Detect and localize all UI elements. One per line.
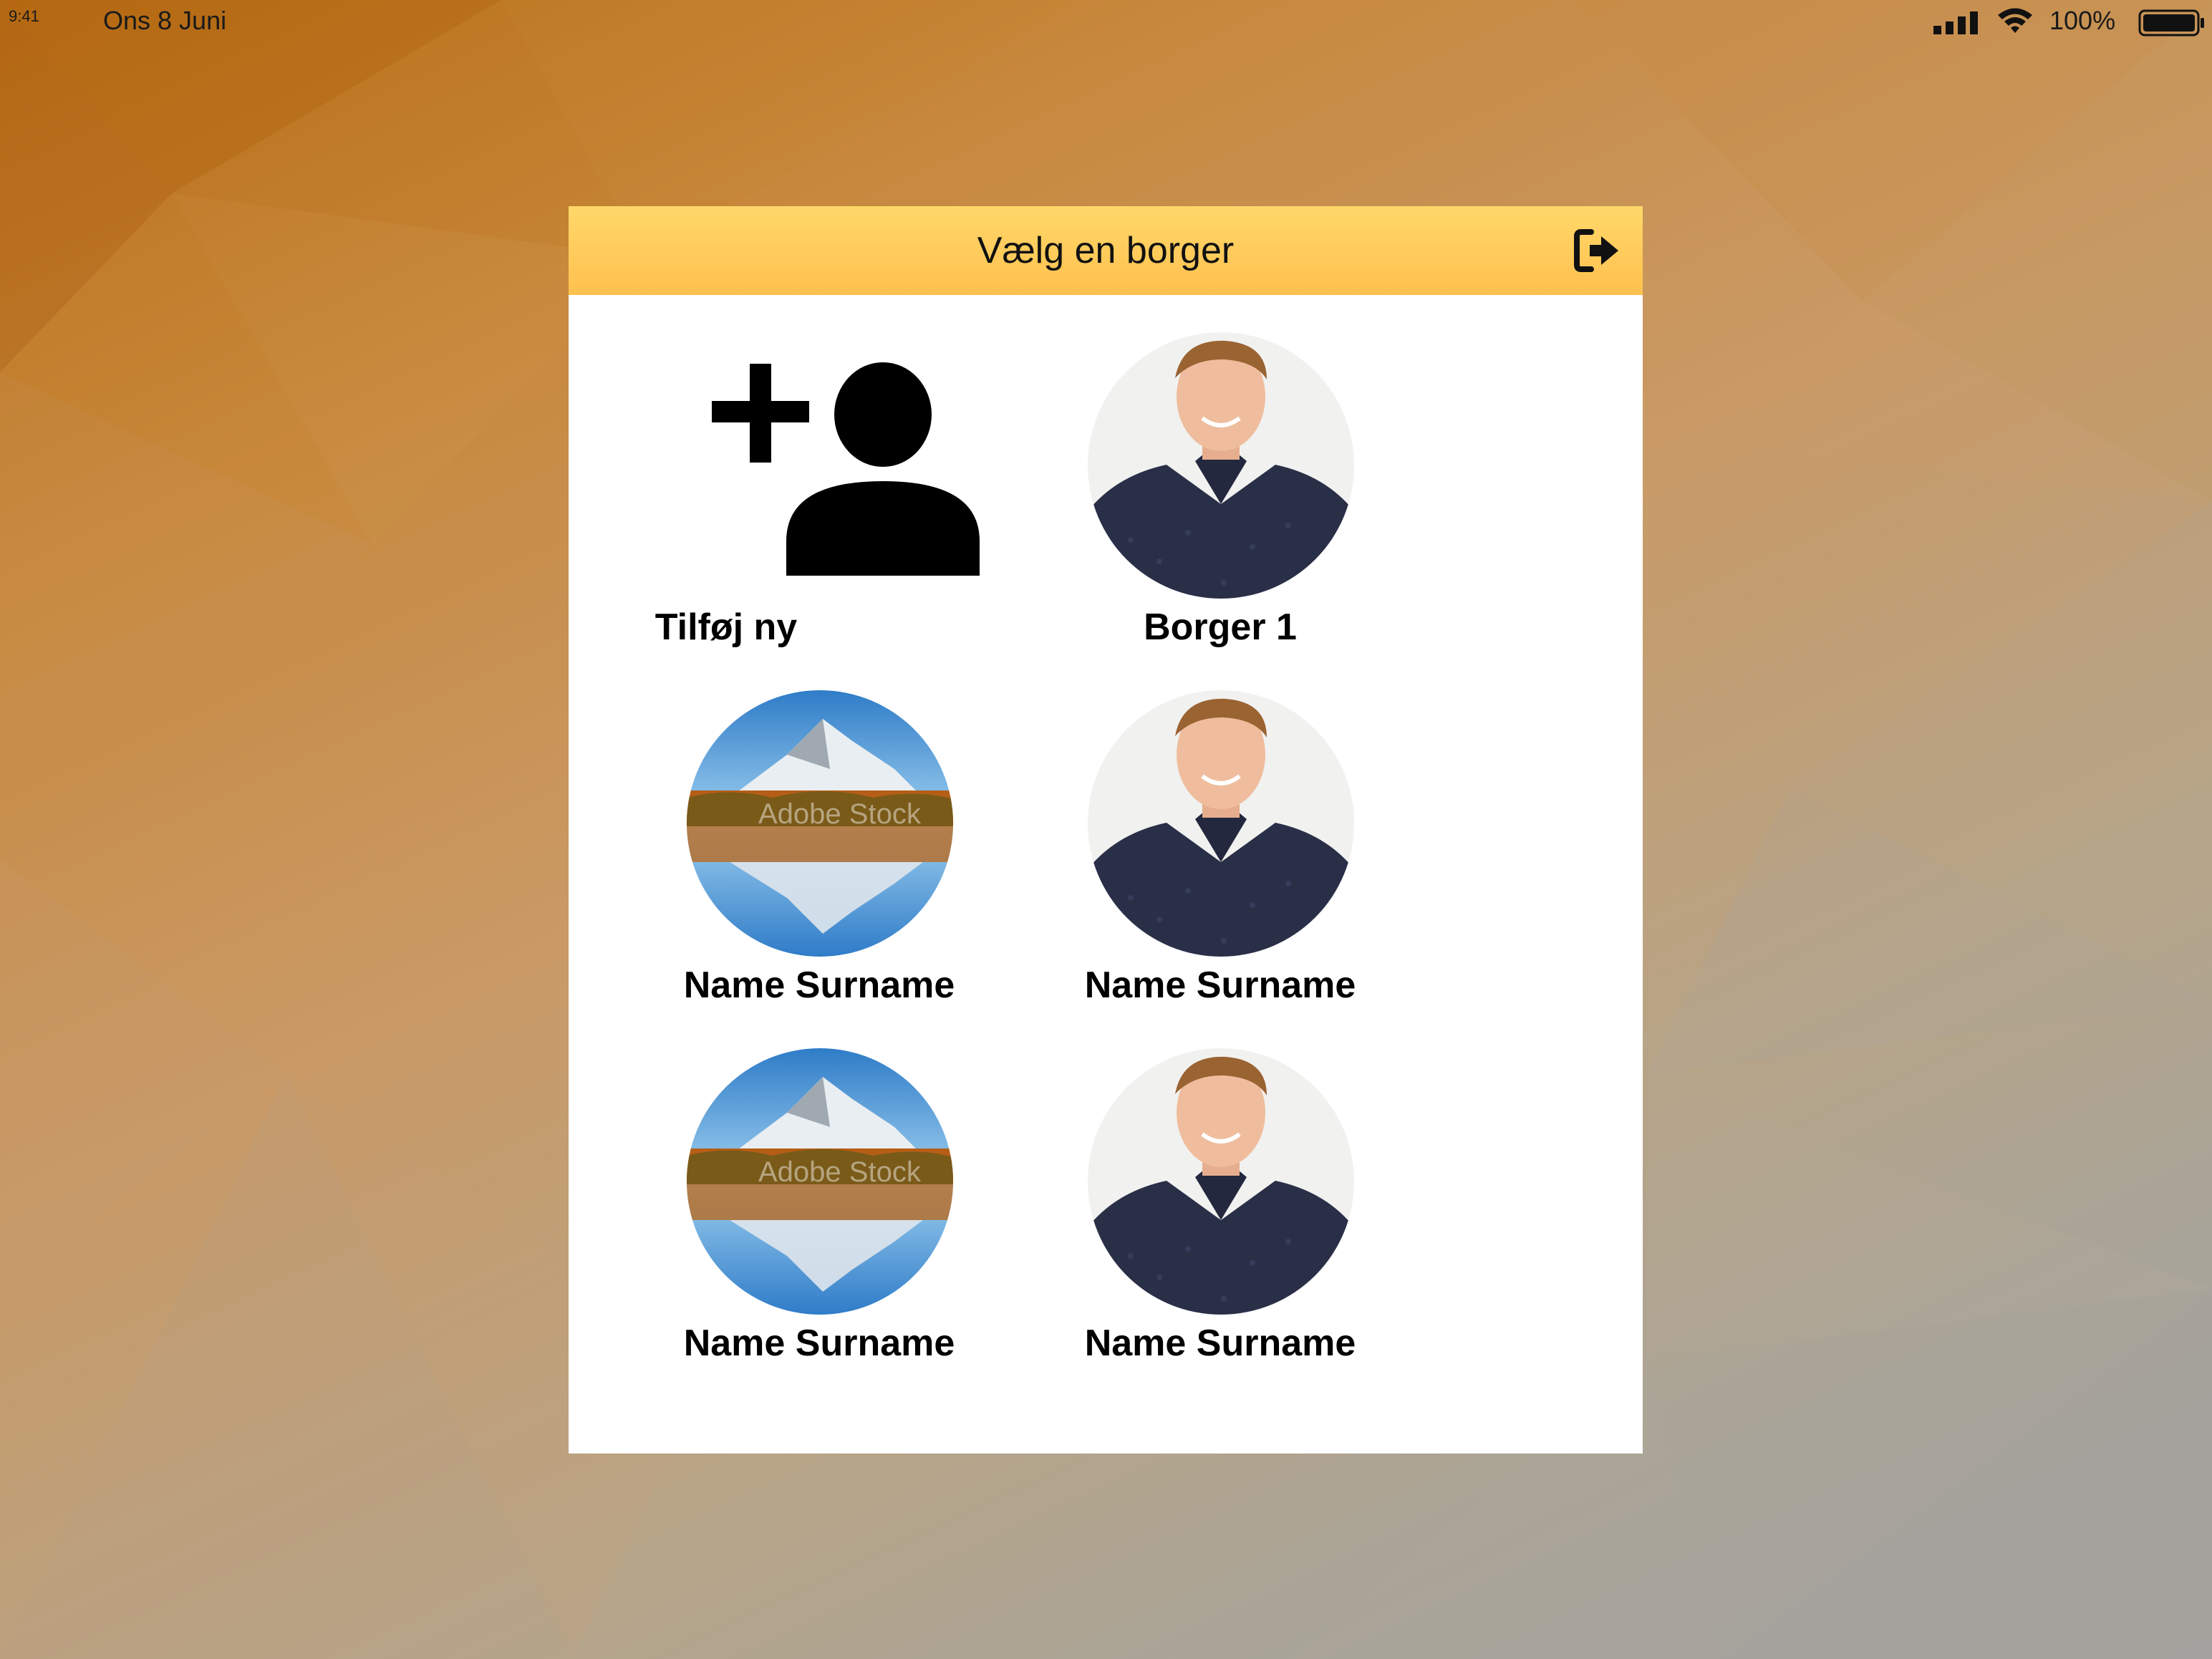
avatar: Adobe Stock: [687, 1048, 953, 1315]
dialog-title: Vælg en borger: [977, 230, 1235, 271]
watermark: Adobe Stock: [758, 1156, 922, 1188]
add-new-citizen-button[interactable]: Tilføj ny: [569, 332, 998, 669]
status-bar: 9:41 Ons 8 Juni 100%: [0, 0, 2212, 43]
cellular-signal-icon: [1933, 11, 1978, 34]
citizen-tile[interactable]: Name Surname: [970, 1048, 1399, 1385]
mountain-lake-photo: Adobe Stock: [687, 690, 953, 957]
portrait-photo: [1088, 690, 1354, 957]
avatar: [1088, 332, 1354, 599]
battery-icon: [2138, 9, 2204, 37]
add-new-label: Tilføj ny: [655, 606, 798, 648]
status-time: 9:41: [9, 7, 39, 25]
dialog-header: Vælg en borger: [569, 206, 1643, 295]
citizen-tile[interactable]: Adobe Stock Name Surname: [569, 1048, 998, 1385]
citizen-name: Name Surname: [1084, 1322, 1356, 1364]
portrait-photo: [1088, 1048, 1354, 1315]
citizen-tile[interactable]: Name Surname: [970, 690, 1399, 1027]
citizen-tile[interactable]: Adobe Stock Name Surname: [569, 690, 998, 1027]
citizen-name: Name Surname: [1084, 964, 1356, 1006]
watermark: Adobe Stock: [758, 798, 922, 830]
status-date: Ons 8 Juni: [103, 6, 227, 35]
logout-icon[interactable]: [1574, 228, 1621, 274]
battery-percent: 100%: [2049, 6, 2116, 35]
citizen-name: Borger 1: [1144, 606, 1297, 648]
select-citizen-dialog: Vælg en borger Tilføj ny Borger 1 Adobe …: [569, 206, 1643, 1454]
avatar: [1088, 690, 1354, 957]
mountain-lake-photo: Adobe Stock: [687, 1048, 953, 1315]
avatar: [1088, 1048, 1354, 1315]
citizen-tile[interactable]: Borger 1: [970, 332, 1399, 669]
avatar: Adobe Stock: [687, 690, 953, 957]
add-user-icon: [712, 362, 980, 576]
portrait-photo: [1088, 332, 1354, 599]
wifi-icon: [1998, 8, 2032, 33]
